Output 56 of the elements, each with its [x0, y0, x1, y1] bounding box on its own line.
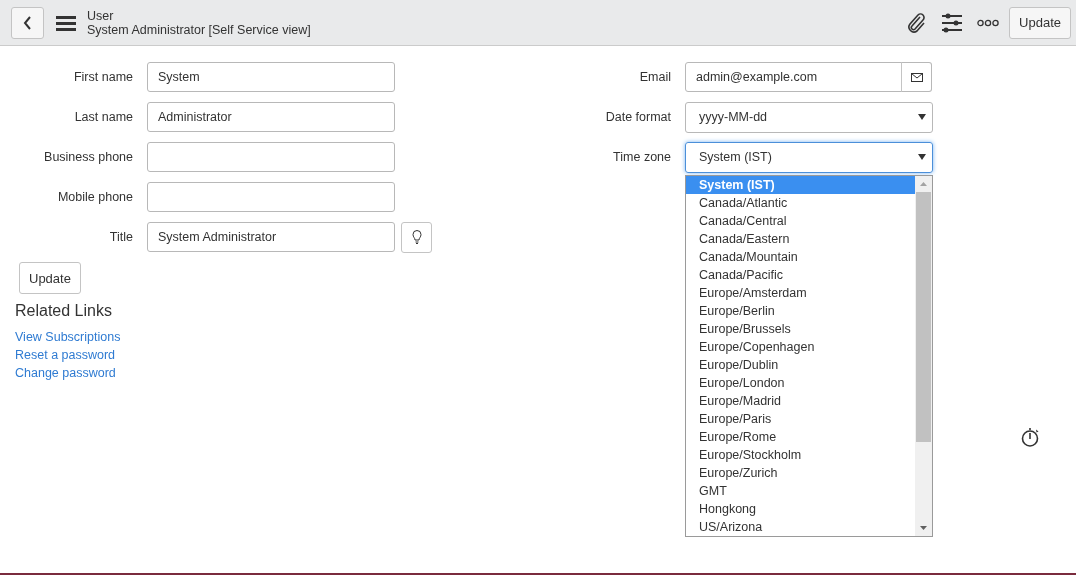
dropdown-option[interactable]: Canada/Central: [686, 211, 915, 230]
text-field[interactable]: [147, 182, 395, 212]
suggestion-button[interactable]: [401, 221, 432, 253]
back-button[interactable]: [11, 6, 44, 39]
caret-icon: [918, 114, 926, 120]
dropdown-option[interactable]: Europe/Brussels: [686, 319, 915, 338]
dropdown-option[interactable]: Europe/Copenhagen: [686, 337, 915, 356]
dropdown-option[interactable]: Hongkong: [686, 499, 915, 518]
section-heading: Related Links: [15, 302, 112, 320]
more-icon[interactable]: [977, 18, 1000, 27]
dropdown-option[interactable]: Europe/Berlin: [686, 301, 915, 320]
menu-icon[interactable]: [56, 14, 76, 31]
field-label: Title: [108, 230, 134, 244]
dropdown-option[interactable]: Europe/Madrid: [686, 391, 915, 410]
dropdown-option[interactable]: Europe/Rome: [686, 427, 915, 446]
dropdown-option[interactable]: GMT: [686, 481, 915, 500]
text-field[interactable]: System: [147, 62, 395, 92]
scrollbar[interactable]: [915, 175, 932, 536]
link[interactable]: Reset a password: [15, 346, 116, 364]
dropdown-option[interactable]: Europe/Zurich: [686, 463, 915, 482]
text-field[interactable]: [147, 142, 395, 172]
dropdown-option[interactable]: Canada/Mountain: [686, 247, 915, 266]
email-button[interactable]: [901, 62, 932, 92]
dropdown-option[interactable]: Canada/Pacific: [686, 265, 915, 284]
dropdown-field[interactable]: yyyy-MM-dd: [685, 101, 933, 133]
lightbulb-icon: [411, 230, 422, 244]
sliders-icon[interactable]: [941, 12, 964, 33]
dropdown-option[interactable]: Europe/London: [686, 373, 915, 392]
field-label: Mobile phone: [56, 190, 134, 204]
link[interactable]: Change password: [15, 364, 116, 382]
record-type: User: [87, 8, 115, 23]
record-title: System Administrator [Self Service view]: [87, 22, 311, 37]
field-label: Last name: [73, 110, 134, 124]
field-label: Business phone: [43, 150, 134, 164]
field-label: Date format: [604, 110, 672, 124]
paperclip-icon[interactable]: [905, 11, 928, 34]
dropdown-option[interactable]: Europe/Amsterdam: [686, 283, 915, 302]
email-field[interactable]: admin@example.com: [685, 62, 902, 92]
text-field[interactable]: Administrator: [147, 102, 395, 132]
update-button[interactable]: Update: [1009, 6, 1071, 39]
dropdown-option[interactable]: Canada/Eastern: [686, 229, 915, 248]
dropdown-option[interactable]: Canada/Atlantic: [686, 193, 915, 212]
dropdown-option[interactable]: Europe/Stockholm: [686, 445, 915, 464]
dropdown-option[interactable]: Europe/Paris: [686, 409, 915, 428]
field-label: Time zone: [612, 150, 672, 164]
dropdown-option[interactable]: Europe/Dublin: [686, 355, 915, 374]
stopwatch-icon[interactable]: [1021, 426, 1041, 448]
update-button[interactable]: Update: [19, 262, 81, 294]
field-label: First name: [72, 70, 134, 84]
text-field[interactable]: System Administrator: [147, 222, 395, 252]
envelope-icon: [910, 72, 923, 82]
dropdown-option[interactable]: US/Arizona: [686, 517, 915, 536]
back-icon: [22, 15, 33, 30]
link[interactable]: View Subscriptions: [15, 328, 121, 346]
dropdown-field[interactable]: System (IST): [685, 141, 933, 173]
field-label: Email: [638, 70, 672, 84]
